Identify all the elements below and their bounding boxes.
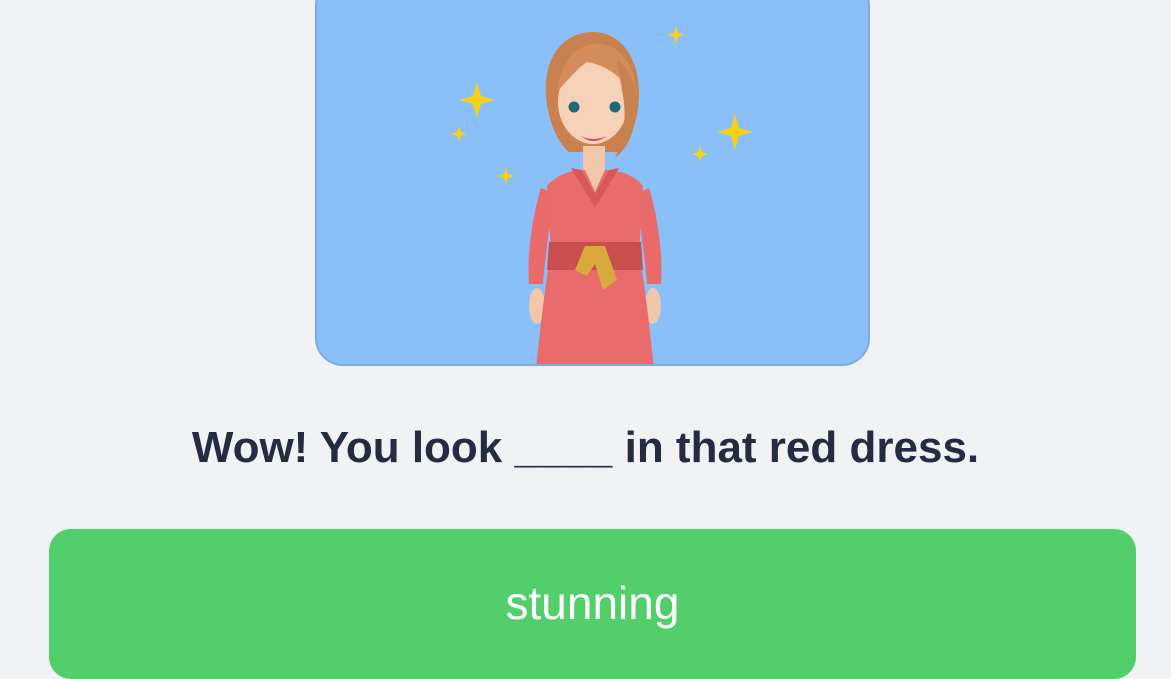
answer-option-label: stunning bbox=[505, 577, 680, 629]
question-text: Wow! You look ____ in that red dress. bbox=[191, 423, 980, 472]
illustration-card bbox=[315, 0, 870, 366]
answer-option-button[interactable]: stunning bbox=[49, 529, 1136, 679]
woman-in-red-dress-illustration bbox=[451, 26, 753, 364]
